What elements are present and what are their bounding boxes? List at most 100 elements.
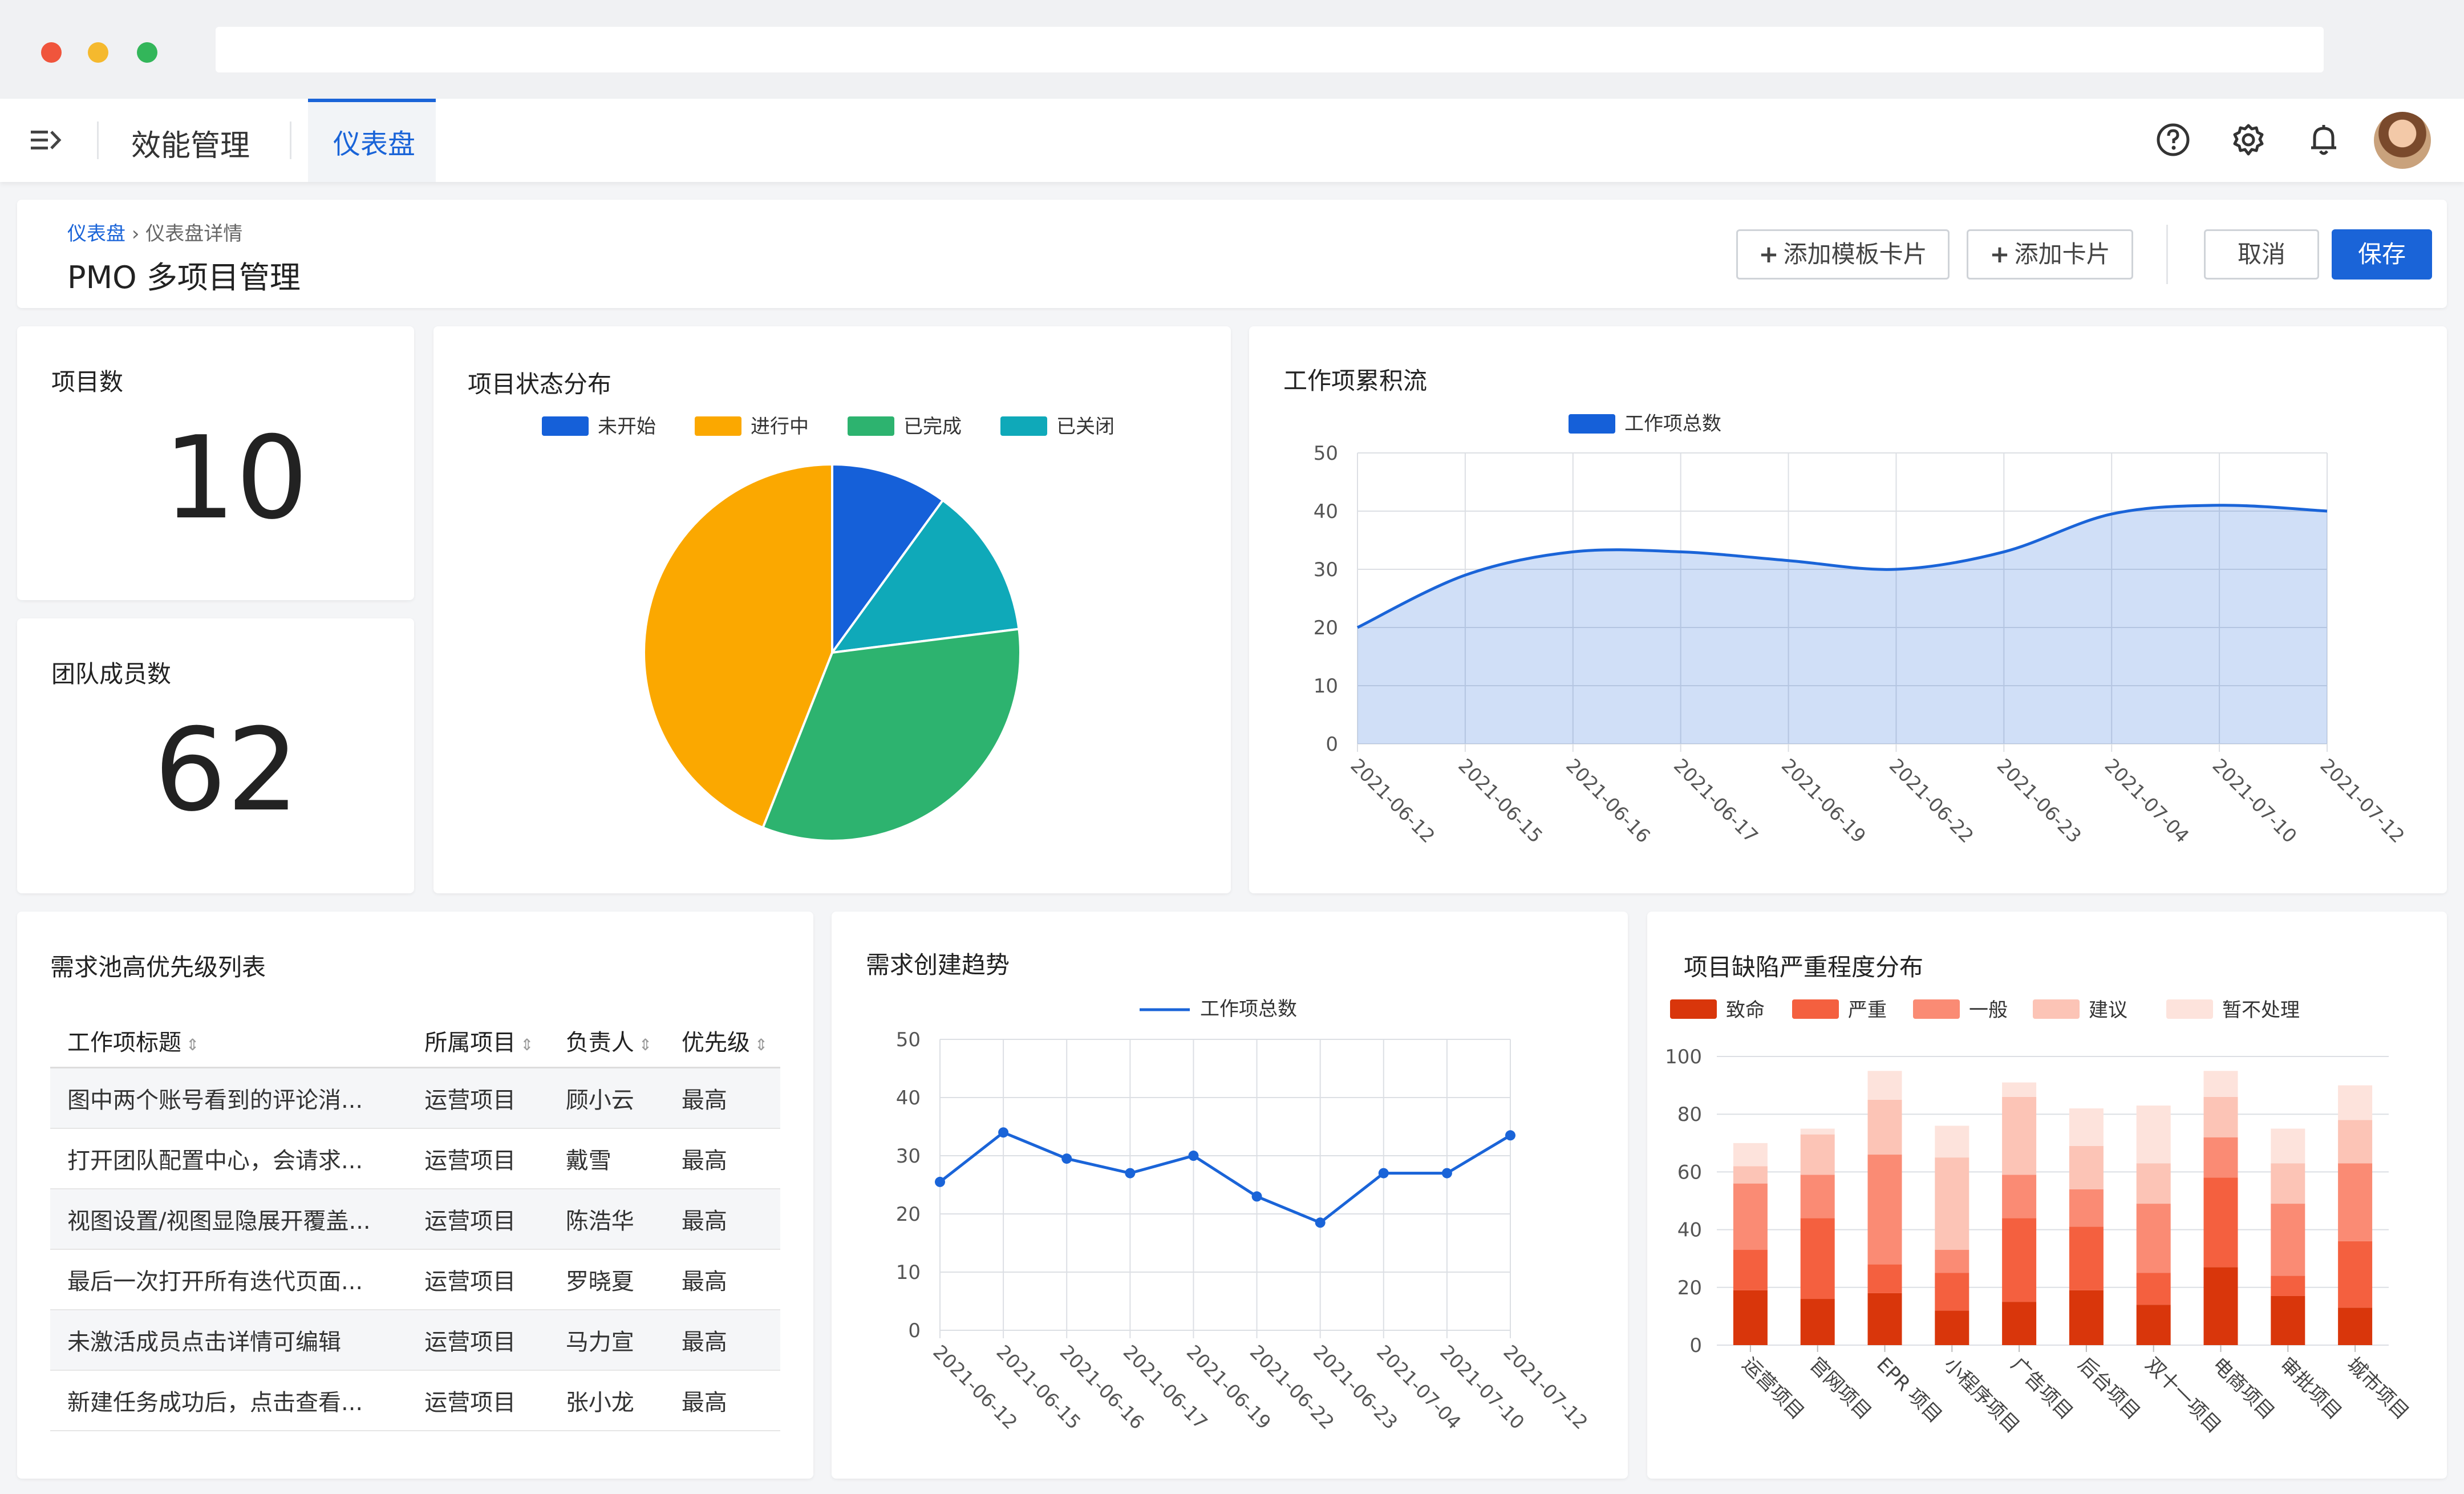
data-point[interactable]	[1125, 1168, 1136, 1179]
bar-segment[interactable]	[2338, 1120, 2373, 1164]
bar-segment[interactable]	[1733, 1143, 1768, 1167]
trend-line[interactable]	[939, 1131, 1511, 1225]
bar-segment[interactable]	[1800, 1134, 1835, 1175]
bar-segment[interactable]	[2136, 1163, 2171, 1204]
bar-segment[interactable]	[2002, 1175, 2037, 1218]
bar-segment[interactable]	[2002, 1218, 2037, 1302]
gear-icon[interactable]	[2230, 122, 2267, 158]
bar-segment[interactable]	[1733, 1250, 1768, 1290]
bar-segment[interactable]	[1733, 1166, 1768, 1184]
legend-swatch[interactable]	[2033, 999, 2080, 1019]
legend-swatch[interactable]	[848, 416, 894, 436]
bar-segment[interactable]	[1935, 1310, 1969, 1345]
data-point[interactable]	[998, 1127, 1009, 1138]
bar-segment[interactable]	[1800, 1175, 1835, 1218]
bar-segment[interactable]	[2271, 1128, 2305, 1164]
table-row[interactable]: 打开团队配置中心，会请求... 运营项目 戴雪 最高	[50, 1128, 780, 1189]
save-button[interactable]: 保存	[2332, 229, 2432, 280]
legend-swatch[interactable]	[1000, 416, 1047, 436]
table-row[interactable]: 最后一次打开所有迭代页面... 运营项目 罗晓夏 最高	[50, 1249, 780, 1310]
data-point[interactable]	[1188, 1151, 1199, 1161]
bar-segment[interactable]	[1935, 1157, 1969, 1250]
bar-segment[interactable]	[2203, 1137, 2238, 1178]
sort-icon[interactable]: ⇕	[186, 1035, 199, 1054]
data-point[interactable]	[1251, 1191, 1262, 1202]
sort-icon[interactable]: ⇕	[755, 1035, 768, 1054]
sort-icon[interactable]: ⇕	[639, 1035, 652, 1054]
bar-segment[interactable]	[2069, 1189, 2104, 1227]
bar-segment[interactable]	[1935, 1125, 1969, 1158]
bar-segment[interactable]	[2203, 1071, 2238, 1097]
bar-segment[interactable]	[1867, 1264, 1902, 1293]
bar-segment[interactable]	[1733, 1183, 1768, 1250]
bar-segment[interactable]	[2338, 1085, 2373, 1120]
bar-segment[interactable]	[2338, 1241, 2373, 1308]
bar-segment[interactable]	[1800, 1218, 1835, 1299]
bar-segment[interactable]	[1800, 1299, 1835, 1345]
data-point[interactable]	[1441, 1168, 1452, 1179]
data-point[interactable]	[1315, 1217, 1326, 1228]
bar-segment[interactable]	[1733, 1290, 1768, 1345]
column-header[interactable]: 负责人 ⇕	[548, 1014, 664, 1068]
table-row[interactable]: 图中两个账号看到的评论消... 运营项目 顾小云 最高	[50, 1067, 780, 1129]
bar-segment[interactable]	[2069, 1145, 2104, 1189]
bar-segment[interactable]	[1935, 1273, 1969, 1311]
sort-icon[interactable]: ⇕	[520, 1035, 533, 1054]
bar-segment[interactable]	[2136, 1204, 2171, 1273]
legend-swatch[interactable]	[1792, 999, 1839, 1019]
bar-segment[interactable]	[2271, 1204, 2305, 1276]
legend-swatch[interactable]	[695, 416, 741, 436]
legend-swatch[interactable]	[2166, 999, 2213, 1019]
legend-swatch[interactable]	[1670, 999, 1717, 1019]
bar-segment[interactable]	[1935, 1250, 1969, 1273]
bar-segment[interactable]	[2338, 1163, 2373, 1241]
legend-swatch[interactable]	[542, 416, 589, 436]
bar-segment[interactable]	[2338, 1307, 2373, 1345]
bar-segment[interactable]	[2136, 1273, 2171, 1305]
address-bar[interactable]	[216, 27, 2324, 72]
bar-segment[interactable]	[2069, 1226, 2104, 1290]
bell-icon[interactable]	[2305, 122, 2342, 158]
bar-segment[interactable]	[1867, 1071, 1902, 1100]
table-row[interactable]: 新建任务成功后，点击查看... 运营项目 张小龙 最高	[50, 1370, 780, 1431]
legend-swatch[interactable]	[1569, 414, 1615, 434]
module-title[interactable]: 效能管理	[131, 122, 250, 164]
table-row[interactable]: 未激活成员点击详情可编辑 运营项目 马力宣 最高	[50, 1310, 780, 1371]
column-header[interactable]: 优先级 ⇕	[664, 1014, 780, 1068]
bar-segment[interactable]	[2136, 1305, 2171, 1345]
bar-segment[interactable]	[1867, 1155, 1902, 1265]
bar-segment[interactable]	[2271, 1276, 2305, 1296]
data-point[interactable]	[1505, 1130, 1515, 1141]
bar-segment[interactable]	[1867, 1099, 1902, 1155]
bar-segment[interactable]	[2002, 1096, 2037, 1175]
table-row[interactable]: 视图设置/视图显隐展开覆盖... 运营项目 陈浩华 最高	[50, 1189, 780, 1250]
bar-segment[interactable]	[2136, 1106, 2171, 1164]
legend-swatch[interactable]	[1913, 999, 1960, 1019]
bar-segment[interactable]	[2203, 1267, 2238, 1345]
bar-segment[interactable]	[2203, 1096, 2238, 1137]
column-header[interactable]: 所属项目 ⇕	[407, 1014, 549, 1068]
tab-dashboard[interactable]: 仪表盘	[308, 99, 436, 182]
data-point[interactable]	[935, 1176, 945, 1187]
bar-segment[interactable]	[1867, 1293, 1902, 1345]
breadcrumb-root-link[interactable]: 仪表盘	[67, 222, 125, 245]
bar-segment[interactable]	[2002, 1082, 2037, 1097]
bar-segment[interactable]	[2203, 1177, 2238, 1268]
data-point[interactable]	[1378, 1168, 1389, 1179]
add-template-card-button[interactable]: + 添加模板卡片	[1736, 229, 1950, 280]
column-header[interactable]: 工作项标题 ⇕	[50, 1014, 408, 1068]
add-card-button[interactable]: + 添加卡片	[1967, 229, 2133, 280]
bar-segment[interactable]	[2069, 1290, 2104, 1345]
minimize-window-dot[interactable]	[88, 42, 108, 63]
maximize-window-dot[interactable]	[137, 42, 157, 63]
bar-segment[interactable]	[1800, 1128, 1835, 1135]
bar-segment[interactable]	[2069, 1108, 2104, 1146]
menu-toggle-icon[interactable]	[31, 126, 63, 155]
avatar[interactable]	[2374, 112, 2431, 169]
data-point[interactable]	[1061, 1153, 1072, 1164]
bar-segment[interactable]	[2002, 1302, 2037, 1345]
help-icon[interactable]	[2155, 122, 2191, 158]
cancel-button[interactable]: 取消	[2204, 229, 2319, 280]
bar-segment[interactable]	[2271, 1163, 2305, 1204]
bar-segment[interactable]	[2271, 1295, 2305, 1345]
